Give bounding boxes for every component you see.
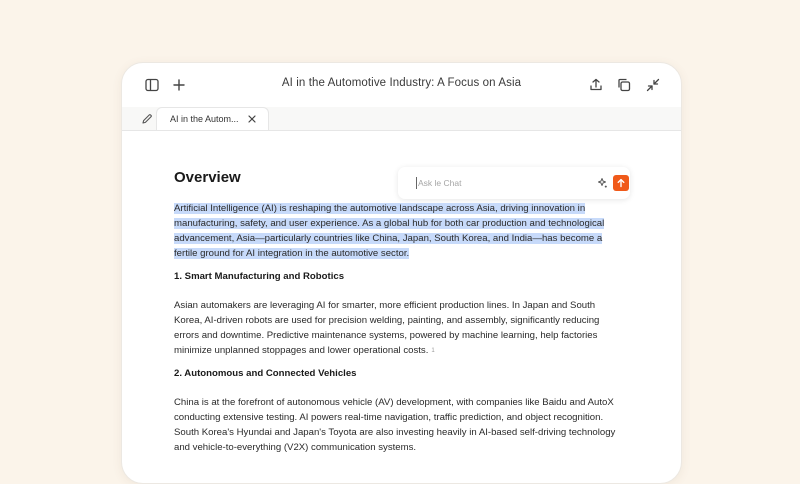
section-body: China is at the forefront of autonomous … (174, 397, 616, 453)
collapse-icon[interactable] (643, 75, 663, 95)
text-caret (416, 177, 417, 189)
editor-window: AI in the Automotive Industry: A Focus o… (121, 62, 682, 484)
title-bar: AI in the Automotive Industry: A Focus o… (122, 63, 681, 107)
sparkle-icon[interactable] (595, 176, 609, 190)
ask-chat-input[interactable] (418, 175, 568, 191)
footnote-marker[interactable]: 1 (431, 344, 434, 359)
arrow-up-icon (617, 178, 625, 188)
send-button[interactable] (613, 175, 629, 191)
document-title: Overview (174, 169, 241, 186)
intro-paragraph[interactable]: Artificial Intelligence (AI) is reshapin… (174, 201, 624, 261)
section-paragraph[interactable]: Asian automakers are leveraging AI for s… (174, 298, 624, 359)
section-heading: 2. Autonomous and Connected Vehicles (174, 368, 357, 379)
tab-strip: AI in the Autom... (122, 107, 681, 131)
section-body: Asian automakers are leveraging AI for s… (174, 300, 600, 356)
pencil-icon[interactable] (140, 112, 154, 126)
share-icon[interactable] (586, 75, 606, 95)
section-paragraph[interactable]: China is at the forefront of autonomous … (174, 395, 624, 455)
selected-text[interactable]: Artificial Intelligence (AI) is reshapin… (174, 203, 605, 259)
tab-document[interactable]: AI in the Autom... (156, 107, 269, 130)
close-icon[interactable] (246, 113, 258, 125)
tab-label: AI in the Autom... (170, 114, 239, 124)
section-heading: 1. Smart Manufacturing and Robotics (174, 271, 345, 282)
ask-chat-box (398, 167, 630, 199)
copy-icon[interactable] (614, 75, 634, 95)
